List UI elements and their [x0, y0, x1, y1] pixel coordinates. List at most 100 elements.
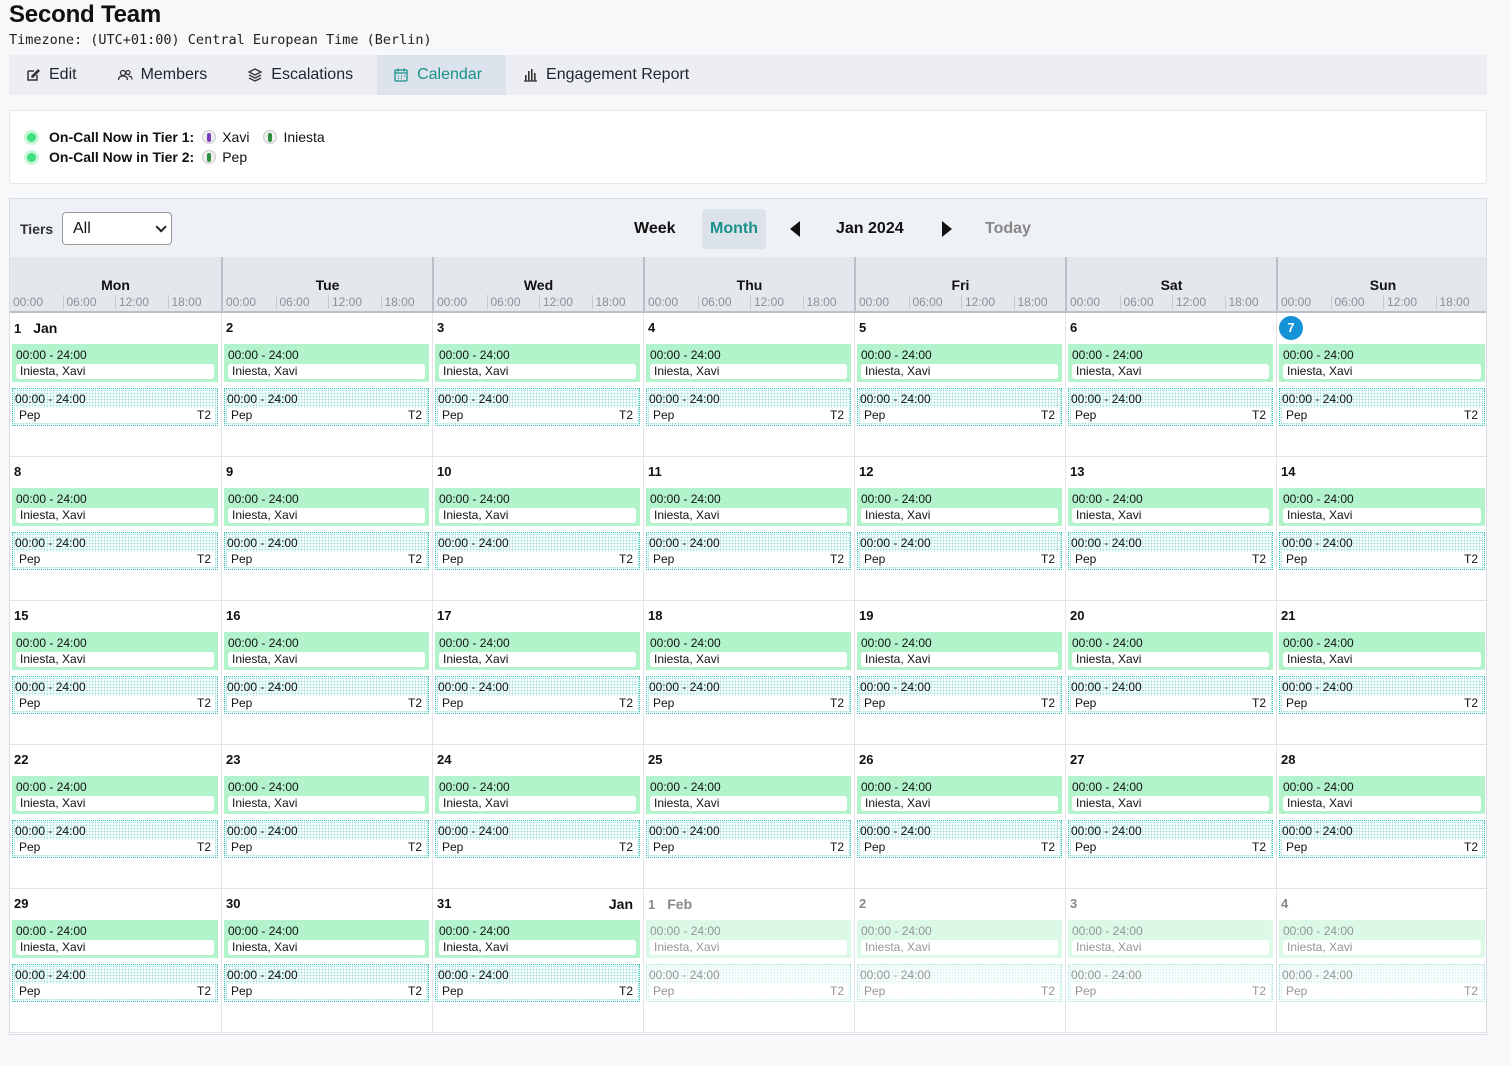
tab-members[interactable]: Members	[101, 55, 232, 95]
tier1-shift-event[interactable]: 00:00 - 24:00 Iniesta, Xavi	[1068, 776, 1273, 814]
tier1-shift-event[interactable]: 00:00 - 24:00 Iniesta, Xavi	[1279, 344, 1485, 382]
tier2-shift-event[interactable]: 00:00 - 24:00 Pep T2	[435, 388, 640, 426]
tier1-shift-event[interactable]: 00:00 - 24:00 Iniesta, Xavi	[1068, 488, 1273, 526]
day-cell[interactable]: 8 00:00 - 24:00 Iniesta, Xavi 00:00 - 24:00…	[10, 457, 221, 601]
tier2-shift-event[interactable]: 00:00 - 24:00 Pep T2	[1068, 820, 1273, 858]
day-cell[interactable]: 20 00:00 - 24:00 Iniesta, Xavi 00:00 - 24:0…	[1065, 601, 1276, 745]
tab-engagement-report[interactable]: Engagement Report	[506, 55, 713, 95]
tier1-shift-event[interactable]: 00:00 - 24:00 Iniesta, Xavi	[646, 344, 851, 382]
tier1-shift-event[interactable]: 00:00 - 24:00 Iniesta, Xavi	[12, 920, 218, 958]
day-cell[interactable]: 11 00:00 - 24:00 Iniesta, Xavi 00:00 - 24:0…	[643, 457, 854, 601]
day-cell[interactable]: 15 00:00 - 24:00 Iniesta, Xavi 00:00 - 24:0…	[10, 601, 221, 745]
tier1-shift-event[interactable]: 00:00 - 24:00 Iniesta, Xavi	[1279, 776, 1485, 814]
tier1-shift-event[interactable]: 00:00 - 24:00 Iniesta, Xavi	[1279, 920, 1485, 958]
on-call-person[interactable]: Pep	[202, 149, 247, 165]
tier1-shift-event[interactable]: 00:00 - 24:00 Iniesta, Xavi	[224, 632, 429, 670]
tier1-shift-event[interactable]: 00:00 - 24:00 Iniesta, Xavi	[435, 776, 640, 814]
tier2-shift-event[interactable]: 00:00 - 24:00 Pep T2	[224, 820, 429, 858]
day-cell[interactable]: 9 00:00 - 24:00 Iniesta, Xavi 00:00 - 24:00…	[221, 457, 432, 601]
tier1-shift-event[interactable]: 00:00 - 24:00 Iniesta, Xavi	[857, 632, 1062, 670]
day-cell[interactable]: 4 00:00 - 24:00 Iniesta, Xavi 00:00 - 24:00…	[1276, 889, 1488, 1033]
tier1-shift-event[interactable]: 00:00 - 24:00 Iniesta, Xavi	[857, 920, 1062, 958]
tier2-shift-event[interactable]: 00:00 - 24:00 Pep T2	[1279, 388, 1485, 426]
tier2-shift-event[interactable]: 00:00 - 24:00 Pep T2	[1279, 964, 1485, 1002]
day-cell[interactable]: 16 00:00 - 24:00 Iniesta, Xavi 00:00 - 24:0…	[221, 601, 432, 745]
week-view-button[interactable]: Week	[624, 209, 686, 249]
tier2-shift-event[interactable]: 00:00 - 24:00 Pep T2	[12, 820, 218, 858]
tier1-shift-event[interactable]: 00:00 - 24:00 Iniesta, Xavi	[12, 344, 218, 382]
tier1-shift-event[interactable]: 00:00 - 24:00 Iniesta, Xavi	[646, 776, 851, 814]
today-button[interactable]: Today	[985, 209, 1031, 249]
day-cell[interactable]: 26 00:00 - 24:00 Iniesta, Xavi 00:00 - 24:0…	[854, 745, 1065, 889]
day-cell[interactable]: 23 00:00 - 24:00 Iniesta, Xavi 00:00 - 24:0…	[221, 745, 432, 889]
tab-calendar[interactable]: Calendar	[377, 55, 507, 95]
day-cell[interactable]: 3 00:00 - 24:00 Iniesta, Xavi 00:00 - 24:00…	[432, 313, 643, 457]
day-cell[interactable]: 2 00:00 - 24:00 Iniesta, Xavi 00:00 - 24:00…	[221, 313, 432, 457]
tier2-shift-event[interactable]: 00:00 - 24:00 Pep T2	[12, 964, 218, 1002]
tab-escalations[interactable]: Escalations	[231, 55, 377, 95]
prev-arrow-icon[interactable]	[790, 209, 806, 249]
tier1-shift-event[interactable]: 00:00 - 24:00 Iniesta, Xavi	[12, 776, 218, 814]
day-cell[interactable]: 21 00:00 - 24:00 Iniesta, Xavi 00:00 - 24:0…	[1276, 601, 1488, 745]
tier2-shift-event[interactable]: 00:00 - 24:00 Pep T2	[1279, 820, 1485, 858]
tier2-shift-event[interactable]: 00:00 - 24:00 Pep T2	[435, 676, 640, 714]
tiers-select[interactable]: All	[62, 212, 172, 245]
day-cell[interactable]: 31 Jan 00:00 - 24:00 Iniesta, Xavi 00:00 - 2…	[432, 889, 643, 1033]
tier1-shift-event[interactable]: 00:00 - 24:00 Iniesta, Xavi	[435, 632, 640, 670]
tier1-shift-event[interactable]: 00:00 - 24:00 Iniesta, Xavi	[857, 488, 1062, 526]
tier2-shift-event[interactable]: 00:00 - 24:00 Pep T2	[1279, 676, 1485, 714]
tier1-shift-event[interactable]: 00:00 - 24:00 Iniesta, Xavi	[435, 488, 640, 526]
tier1-shift-event[interactable]: 00:00 - 24:00 Iniesta, Xavi	[1279, 632, 1485, 670]
on-call-person[interactable]: Xavi	[202, 129, 249, 145]
tier2-shift-event[interactable]: 00:00 - 24:00 Pep T2	[12, 676, 218, 714]
day-cell[interactable]: 3 00:00 - 24:00 Iniesta, Xavi 00:00 - 24:00…	[1065, 889, 1276, 1033]
tier1-shift-event[interactable]: 00:00 - 24:00 Iniesta, Xavi	[646, 488, 851, 526]
tier1-shift-event[interactable]: 00:00 - 24:00 Iniesta, Xavi	[224, 776, 429, 814]
tier2-shift-event[interactable]: 00:00 - 24:00 Pep T2	[435, 820, 640, 858]
day-cell[interactable]: 18 00:00 - 24:00 Iniesta, Xavi 00:00 - 24:0…	[643, 601, 854, 745]
tier1-shift-event[interactable]: 00:00 - 24:00 Iniesta, Xavi	[1068, 344, 1273, 382]
tier2-shift-event[interactable]: 00:00 - 24:00 Pep T2	[857, 964, 1062, 1002]
tier2-shift-event[interactable]: 00:00 - 24:00 Pep T2	[224, 388, 429, 426]
day-cell[interactable]: 29 00:00 - 24:00 Iniesta, Xavi 00:00 - 24:0…	[10, 889, 221, 1033]
day-cell[interactable]: 12 00:00 - 24:00 Iniesta, Xavi 00:00 - 24:0…	[854, 457, 1065, 601]
day-cell[interactable]: 7 00:00 - 24:00 Iniesta, Xavi 00:00 - 24:00…	[1276, 313, 1488, 457]
tier2-shift-event[interactable]: 00:00 - 24:00 Pep T2	[12, 532, 218, 570]
day-cell[interactable]: 25 00:00 - 24:00 Iniesta, Xavi 00:00 - 24:0…	[643, 745, 854, 889]
day-cell[interactable]: 30 00:00 - 24:00 Iniesta, Xavi 00:00 - 24:0…	[221, 889, 432, 1033]
day-cell[interactable]: 28 00:00 - 24:00 Iniesta, Xavi 00:00 - 24:0…	[1276, 745, 1488, 889]
tier2-shift-event[interactable]: 00:00 - 24:00 Pep T2	[224, 532, 429, 570]
tier2-shift-event[interactable]: 00:00 - 24:00 Pep T2	[857, 820, 1062, 858]
tier2-shift-event[interactable]: 00:00 - 24:00 Pep T2	[1068, 964, 1273, 1002]
tier1-shift-event[interactable]: 00:00 - 24:00 Iniesta, Xavi	[12, 488, 218, 526]
tier2-shift-event[interactable]: 00:00 - 24:00 Pep T2	[12, 388, 218, 426]
tier1-shift-event[interactable]: 00:00 - 24:00 Iniesta, Xavi	[1068, 632, 1273, 670]
tier2-shift-event[interactable]: 00:00 - 24:00 Pep T2	[1279, 532, 1485, 570]
tier2-shift-event[interactable]: 00:00 - 24:00 Pep T2	[857, 676, 1062, 714]
tier2-shift-event[interactable]: 00:00 - 24:00 Pep T2	[435, 964, 640, 1002]
tier2-shift-event[interactable]: 00:00 - 24:00 Pep T2	[224, 676, 429, 714]
month-view-button[interactable]: Month	[702, 209, 766, 249]
tier1-shift-event[interactable]: 00:00 - 24:00 Iniesta, Xavi	[1068, 920, 1273, 958]
tier1-shift-event[interactable]: 00:00 - 24:00 Iniesta, Xavi	[12, 632, 218, 670]
day-cell[interactable]: 6 00:00 - 24:00 Iniesta, Xavi 00:00 - 24:00…	[1065, 313, 1276, 457]
tab-edit[interactable]: Edit	[9, 55, 101, 95]
tier1-shift-event[interactable]: 00:00 - 24:00 Iniesta, Xavi	[224, 344, 429, 382]
day-cell[interactable]: 1 Jan 00:00 - 24:00 Iniesta, Xavi 00:00 - 24…	[10, 313, 221, 457]
day-cell[interactable]: 13 00:00 - 24:00 Iniesta, Xavi 00:00 - 24:0…	[1065, 457, 1276, 601]
tier2-shift-event[interactable]: 00:00 - 24:00 Pep T2	[857, 532, 1062, 570]
tier1-shift-event[interactable]: 00:00 - 24:00 Iniesta, Xavi	[857, 776, 1062, 814]
tier1-shift-event[interactable]: 00:00 - 24:00 Iniesta, Xavi	[224, 488, 429, 526]
tier1-shift-event[interactable]: 00:00 - 24:00 Iniesta, Xavi	[646, 920, 851, 958]
tier2-shift-event[interactable]: 00:00 - 24:00 Pep T2	[646, 820, 851, 858]
day-cell[interactable]: 10 00:00 - 24:00 Iniesta, Xavi 00:00 - 24:0…	[432, 457, 643, 601]
tier2-shift-event[interactable]: 00:00 - 24:00 Pep T2	[1068, 388, 1273, 426]
day-cell[interactable]: 22 00:00 - 24:00 Iniesta, Xavi 00:00 - 24:0…	[10, 745, 221, 889]
day-cell[interactable]: 2 00:00 - 24:00 Iniesta, Xavi 00:00 - 24:00…	[854, 889, 1065, 1033]
day-cell[interactable]: 24 00:00 - 24:00 Iniesta, Xavi 00:00 - 24:0…	[432, 745, 643, 889]
tier1-shift-event[interactable]: 00:00 - 24:00 Iniesta, Xavi	[435, 344, 640, 382]
tier2-shift-event[interactable]: 00:00 - 24:00 Pep T2	[224, 964, 429, 1002]
day-cell[interactable]: 14 00:00 - 24:00 Iniesta, Xavi 00:00 - 24:0…	[1276, 457, 1488, 601]
tier1-shift-event[interactable]: 00:00 - 24:00 Iniesta, Xavi	[435, 920, 640, 958]
tier2-shift-event[interactable]: 00:00 - 24:00 Pep T2	[435, 532, 640, 570]
